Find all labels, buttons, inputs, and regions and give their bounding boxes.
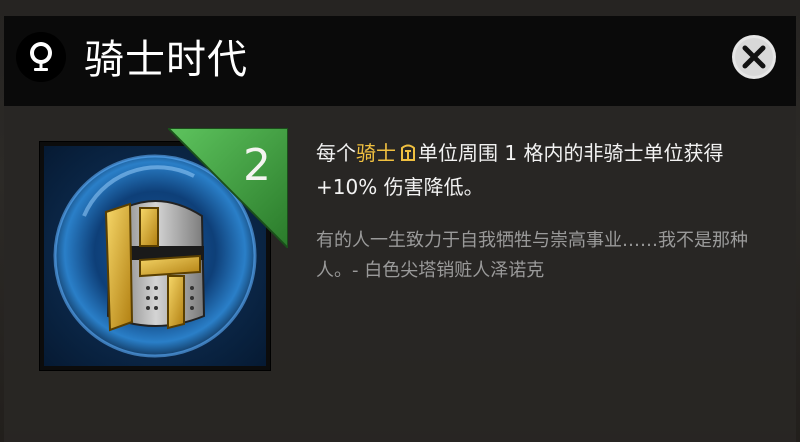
knight-helmet-small-icon — [401, 144, 415, 161]
level-badge-number: 2 — [243, 140, 271, 191]
flavor-text: 有的人一生致力于自我牺牲与崇高事业……我不是那种人。- 白色尖塔销赃人泽诺克 — [316, 230, 748, 281]
lightbulb-icon — [16, 32, 66, 82]
trait-description: 每个骑士 单位周围 1 格内的非骑士单位获得 +10% 伤害降低。 — [316, 136, 776, 204]
knight-keyword: 骑士 — [356, 141, 396, 165]
page-title: 骑士时代 — [84, 37, 248, 83]
close-icon[interactable] — [731, 34, 777, 80]
description-prefix: 每个 — [316, 141, 356, 165]
